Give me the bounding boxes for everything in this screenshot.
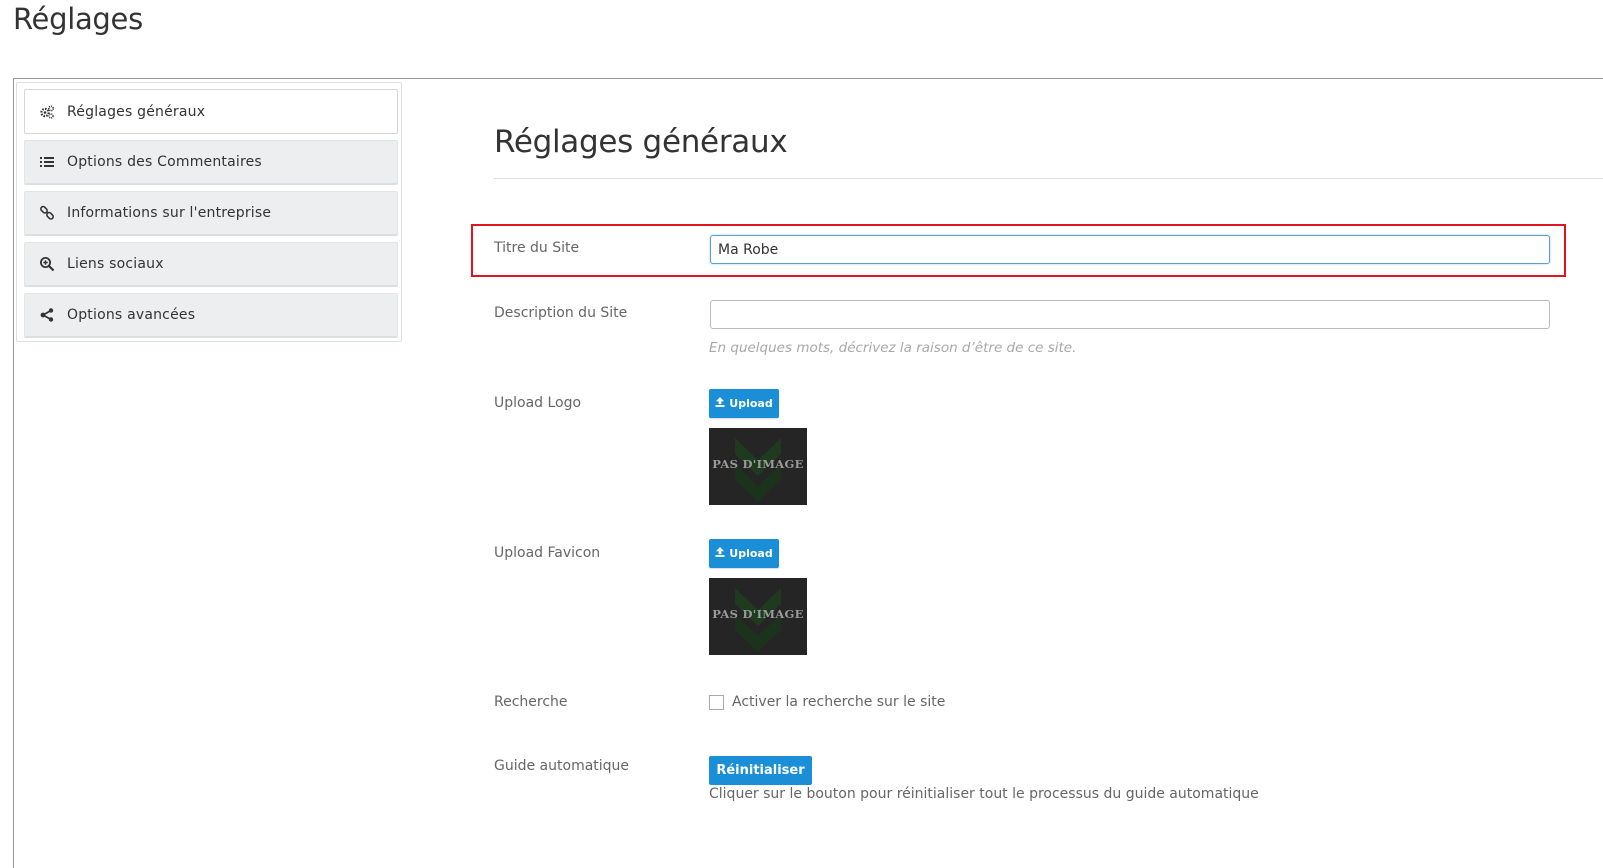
tab-advanced-options[interactable]: Options avancées (24, 293, 398, 338)
tab-label: Informations sur l'entreprise (67, 205, 272, 221)
enable-search-label[interactable]: Activer la recherche sur le site (732, 694, 945, 710)
share-icon (39, 307, 55, 323)
tab-label: Options avancées (67, 307, 196, 323)
upload-icon (715, 397, 725, 410)
tab-general-settings[interactable]: Réglages généraux (24, 89, 398, 134)
upload-logo-label: Upload Logo (494, 395, 582, 411)
reset-guide-help: Cliquer sur le bouton pour réinitialiser… (709, 786, 1259, 802)
site-title-label: Titre du Site (494, 240, 580, 256)
upload-icon (715, 547, 725, 560)
site-description-input[interactable] (710, 300, 1550, 329)
no-image-text: PAS D'IMAGE (712, 457, 804, 471)
upload-button-label: Upload (729, 397, 773, 410)
search-label: Recherche (494, 694, 568, 710)
tab-label: Options des Commentaires (67, 154, 262, 170)
site-description-label: Description du Site (494, 305, 628, 321)
section-divider (494, 178, 1603, 179)
section-title: Réglages généraux (494, 124, 788, 160)
favicon-preview-image: PAS D'IMAGE (709, 578, 807, 655)
upload-button-label: Upload (729, 547, 773, 560)
upload-logo-button[interactable]: Upload (709, 389, 779, 418)
upload-favicon-label: Upload Favicon (494, 545, 601, 561)
site-title-input[interactable] (710, 235, 1550, 264)
reset-guide-button[interactable]: Réinitialiser (709, 756, 812, 785)
no-image-text: PAS D'IMAGE (712, 607, 804, 621)
page-title: Réglages (13, 2, 143, 36)
site-description-help: En quelques mots, décrivez la raison d’ê… (709, 340, 1077, 356)
auto-guide-label: Guide automatique (494, 758, 630, 774)
tab-comment-options[interactable]: Options des Commentaires (24, 140, 398, 185)
zoom-in-icon (39, 256, 55, 272)
logo-preview-image: PAS D'IMAGE (709, 428, 807, 505)
list-icon (39, 154, 55, 170)
tab-label: Réglages généraux (67, 103, 206, 120)
settings-tabs: Réglages généraux Options des Commentair… (16, 82, 402, 342)
link-icon (39, 205, 55, 221)
tab-label: Liens sociaux (67, 256, 164, 272)
enable-search-checkbox[interactable] (709, 695, 724, 710)
upload-favicon-button[interactable]: Upload (709, 539, 779, 568)
gears-icon (39, 104, 55, 120)
tab-company-info[interactable]: Informations sur l'entreprise (24, 191, 398, 236)
tab-social-links[interactable]: Liens sociaux (24, 242, 398, 287)
